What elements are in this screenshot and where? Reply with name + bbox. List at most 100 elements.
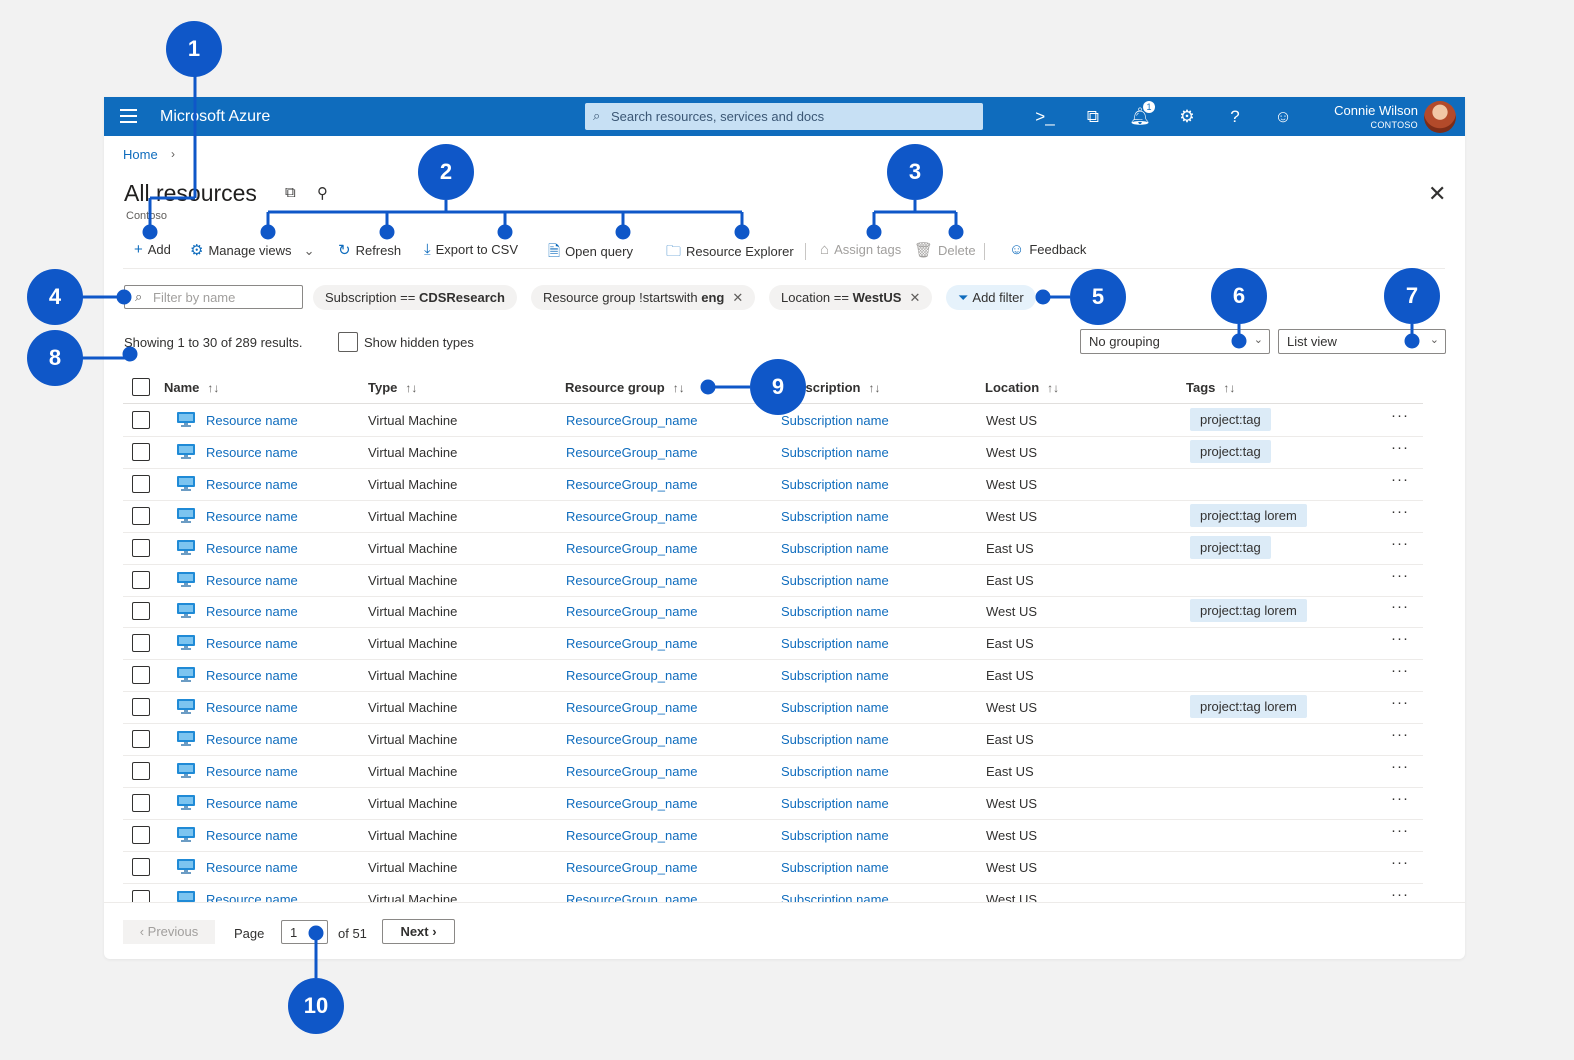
more-actions-icon[interactable]: ···: [1391, 630, 1409, 647]
subscription-link[interactable]: Subscription name: [781, 604, 889, 619]
resource-group-link[interactable]: ResourceGroup_name: [566, 413, 698, 428]
subscription-filter-pill[interactable]: Subscription == CDSResearch: [313, 285, 517, 310]
remove-filter-icon[interactable]: ✕: [909, 290, 920, 305]
row-checkbox[interactable]: [132, 506, 150, 525]
resource-name-link[interactable]: Resource name: [206, 828, 298, 843]
table-row[interactable]: Resource name Virtual Machine ResourceGrou…: [123, 660, 1423, 693]
copy-icon[interactable]: ⧉: [285, 184, 296, 201]
resource-group-link[interactable]: ResourceGroup_name: [566, 764, 698, 779]
table-row[interactable]: Resource name Virtual Machine ResourceGrou…: [123, 565, 1423, 597]
row-checkbox[interactable]: [132, 442, 150, 461]
sort-icon[interactable]: ↑↓: [868, 381, 880, 395]
row-checkbox[interactable]: [132, 793, 150, 812]
row-checkbox[interactable]: [132, 825, 150, 844]
table-row[interactable]: Resource name Virtual Machine ResourceGrou…: [123, 596, 1423, 629]
more-actions-icon[interactable]: ···: [1391, 726, 1409, 743]
subscription-link[interactable]: Subscription name: [781, 413, 889, 428]
resource-name-link[interactable]: Resource name: [206, 509, 298, 524]
resource-group-link[interactable]: ResourceGroup_name: [566, 700, 698, 715]
add-filter-button[interactable]: ⏷ Add filter: [946, 285, 1036, 310]
subscription-link[interactable]: Subscription name: [781, 477, 889, 492]
select-all-checkbox[interactable]: [132, 378, 150, 396]
table-row[interactable]: Resource name Virtual Machine ResourceGrou…: [123, 724, 1423, 756]
row-checkbox[interactable]: [132, 474, 150, 493]
more-actions-icon[interactable]: ···: [1391, 535, 1409, 552]
more-actions-icon[interactable]: ···: [1391, 503, 1409, 520]
grouping-dropdown[interactable]: No grouping ⌄: [1080, 329, 1270, 354]
table-row[interactable]: Resource name Virtual Machine ResourceGrou…: [123, 756, 1423, 788]
tag-badge[interactable]: project:tag lorem: [1190, 599, 1307, 623]
subscription-link[interactable]: Subscription name: [781, 892, 889, 903]
cloud-shell-icon[interactable]: >_: [1034, 106, 1056, 128]
settings-gear-icon[interactable]: ⚙: [1176, 106, 1198, 128]
subscription-link[interactable]: Subscription name: [781, 860, 889, 875]
resource-name-link[interactable]: Resource name: [206, 668, 298, 683]
brand-name[interactable]: Microsoft Azure: [160, 108, 270, 126]
feedback-button[interactable]: ☺ Feedback: [1009, 241, 1086, 258]
resource-group-link[interactable]: ResourceGroup_name: [566, 636, 698, 651]
location-filter-pill[interactable]: Location == WestUS ✕: [769, 285, 933, 310]
column-header-type[interactable]: Type ↑↓: [368, 380, 417, 395]
column-header-tags[interactable]: Tags ↑↓: [1186, 380, 1235, 395]
resource-explorer-button[interactable]: 🗀︎ Resource Explorer: [666, 241, 794, 266]
sort-icon[interactable]: ↑↓: [1223, 381, 1235, 395]
row-checkbox[interactable]: [132, 602, 150, 621]
subscription-link[interactable]: Subscription name: [781, 445, 889, 460]
more-actions-icon[interactable]: ···: [1391, 886, 1409, 903]
more-actions-icon[interactable]: ···: [1391, 822, 1409, 839]
table-row[interactable]: Resource name Virtual Machine ResourceGrou…: [123, 884, 1423, 903]
export-csv-button[interactable]: ⤓ Export to CSV: [424, 241, 518, 258]
resource-name-link[interactable]: Resource name: [206, 541, 298, 556]
resource-group-link[interactable]: ResourceGroup_name: [566, 477, 698, 492]
more-actions-icon[interactable]: ···: [1391, 758, 1409, 775]
more-actions-icon[interactable]: ···: [1391, 662, 1409, 679]
tag-badge[interactable]: project:tag lorem: [1190, 503, 1307, 527]
close-icon[interactable]: ✕: [1428, 181, 1446, 207]
resource-group-link[interactable]: ResourceGroup_name: [566, 541, 698, 556]
more-actions-icon[interactable]: ···: [1391, 790, 1409, 807]
resource-name-link[interactable]: Resource name: [206, 413, 298, 428]
subscription-link[interactable]: Subscription name: [781, 700, 889, 715]
more-actions-icon[interactable]: ···: [1391, 854, 1409, 871]
table-row[interactable]: Resource name Virtual Machine ResourceGrou…: [123, 692, 1423, 725]
resource-group-link[interactable]: ResourceGroup_name: [566, 828, 698, 843]
sort-icon[interactable]: ↑↓: [405, 381, 417, 395]
resource-group-link[interactable]: ResourceGroup_name: [566, 509, 698, 524]
user-name[interactable]: Connie Wilson: [1334, 103, 1418, 118]
hamburger-menu-icon[interactable]: [120, 109, 137, 123]
table-row[interactable]: Resource name Virtual Machine ResourceGrou…: [123, 852, 1423, 884]
more-actions-icon[interactable]: ···: [1391, 407, 1409, 424]
row-checkbox[interactable]: [132, 889, 150, 902]
more-actions-icon[interactable]: ···: [1391, 598, 1409, 615]
subscription-link[interactable]: Subscription name: [781, 732, 889, 747]
resource-name-link[interactable]: Resource name: [206, 732, 298, 747]
manage-views-button[interactable]: ⚙ Manage views ⌄: [190, 241, 314, 259]
row-checkbox[interactable]: [132, 538, 150, 557]
previous-page-button[interactable]: ‹ Previous: [123, 920, 215, 944]
column-header-name[interactable]: Name ↑↓: [164, 380, 219, 395]
resource-group-link[interactable]: ResourceGroup_name: [566, 573, 698, 588]
next-page-button[interactable]: Next ›: [382, 919, 455, 944]
row-checkbox[interactable]: [132, 730, 150, 748]
resource-name-link[interactable]: Resource name: [206, 764, 298, 779]
table-row[interactable]: Resource name Virtual Machine ResourceGrou…: [123, 628, 1423, 661]
filter-by-name-input[interactable]: ⌕ Filter by name: [124, 285, 303, 309]
resource-name-link[interactable]: Resource name: [206, 796, 298, 811]
row-checkbox[interactable]: [132, 761, 150, 780]
resource-name-link[interactable]: Resource name: [206, 573, 298, 588]
resource-group-link[interactable]: ResourceGroup_name: [566, 796, 698, 811]
column-header-location[interactable]: Location ↑↓: [985, 380, 1059, 395]
delete-button[interactable]: 🗑︎ Delete: [914, 241, 976, 259]
resource-group-link[interactable]: ResourceGroup_name: [566, 604, 698, 619]
resource-group-link[interactable]: ResourceGroup_name: [566, 860, 698, 875]
table-row[interactable]: Resource name Virtual Machine ResourceGrou…: [123, 788, 1423, 820]
subscription-link[interactable]: Subscription name: [781, 668, 889, 683]
tag-badge[interactable]: project:tag: [1190, 408, 1271, 431]
resource-group-link[interactable]: ResourceGroup_name: [566, 445, 698, 460]
avatar[interactable]: [1424, 101, 1456, 133]
subscription-link[interactable]: Subscription name: [781, 636, 889, 651]
help-icon[interactable]: ?: [1224, 106, 1246, 128]
subscription-link[interactable]: Subscription name: [781, 509, 889, 524]
sort-icon[interactable]: ↑↓: [673, 381, 685, 395]
more-actions-icon[interactable]: ···: [1391, 567, 1409, 584]
